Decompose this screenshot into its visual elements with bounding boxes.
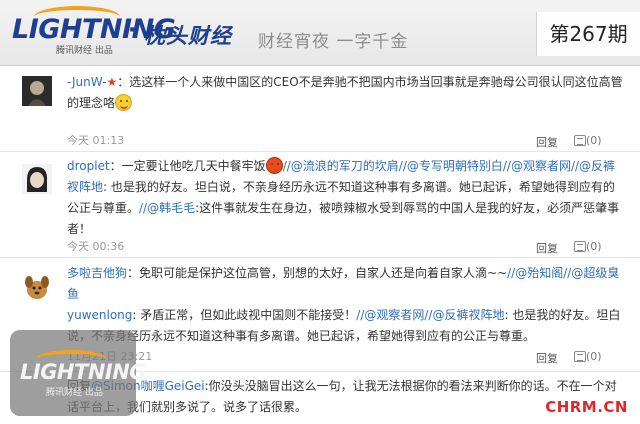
comment-body: ：免职可能是保护这位高管，别想的太好，自家人还是向着自家人滴~~ [127, 266, 508, 280]
comment-text: 多啦吉他狗：免职可能是保护这位高管，别想的太好，自家人还是向着自家人滴~~//@… [67, 263, 625, 347]
smile-emoji-icon [115, 94, 133, 111]
comment-time: 今天 01:13 [67, 134, 125, 147]
logo-subtitle: 腾讯财经 出品 [56, 46, 113, 56]
header-banner: LIGHTNING 腾讯财经 出品 · 枕头财经 财经宵夜 一字千金 第267期 [0, 0, 640, 66]
reply-button[interactable]: 回复 [536, 240, 558, 256]
mention-link[interactable]: //@反裤衩阵地 [424, 308, 504, 322]
like-icon [574, 135, 586, 146]
comment-body: ：一定要让他吃几天中餐牢饭 [109, 159, 266, 173]
comment-body: ：选这样一个人来做中国区的CEO不是奔驰不把国内市场当回事就是奔驰母公司很认同这… [67, 75, 623, 110]
comment-time: 今天 00:36 [67, 240, 125, 253]
comment-username[interactable]: -JunW- [67, 75, 106, 89]
star-icon: ★ [106, 75, 118, 89]
comment-username[interactable]: 多啦吉他狗 [67, 266, 127, 280]
angry-emoji-icon [265, 157, 283, 174]
comment-text: 回复@Simon咖喱GeiGei:你没头没脑冒出这么一句，让我无法根据你的看法来… [67, 376, 625, 418]
like-button[interactable]: (0) [574, 350, 602, 363]
mention-link[interactable]: //@韩毛毛 [139, 201, 195, 215]
like-icon [574, 241, 586, 252]
comment-body: : 矛盾正常，但如此歧视中国则不能接受！ [132, 308, 357, 322]
issue-number: 第267期 [536, 12, 640, 56]
like-count: 0 [590, 134, 598, 147]
mention-link[interactable]: //@观察者网 [503, 159, 571, 173]
site-watermark: CHRM.CN [545, 398, 628, 416]
like-count: 0 [590, 240, 598, 253]
mention-link[interactable]: //@观察者网 [356, 308, 424, 322]
like-button[interactable]: (0) [574, 240, 602, 253]
watermark-wordmark: LIGHTNING [20, 360, 147, 384]
comment-item: -JunW-★：选这样一个人来做中国区的CEO不是奔驰不把国内市场当回事就是奔驰… [0, 66, 640, 152]
mention-link[interactable]: //@流浪的军刀的坎肩 [283, 159, 399, 173]
like-count: 0 [590, 350, 598, 363]
avatar[interactable] [22, 164, 52, 194]
column-title: 枕头财经 [144, 24, 232, 48]
reply-button[interactable]: 回复 [536, 350, 558, 366]
avatar[interactable] [22, 272, 52, 302]
watermark-badge: LIGHTNING 腾讯财经 出品 [10, 330, 147, 416]
reply-button[interactable]: 回复 [536, 134, 558, 150]
watermark-subtitle: 腾讯财经 出品 [46, 388, 103, 398]
comment-username[interactable]: droplet [67, 159, 110, 173]
column-slogan: 财经宵夜 一字千金 [258, 32, 409, 52]
mention-link[interactable]: //@殆知阁 [507, 266, 563, 280]
mentioned-username[interactable]: yuwenlong [67, 308, 132, 322]
mention-link[interactable]: //@专写明朝特别白 [399, 159, 503, 173]
comment-text: droplet：一定要让他吃几天中餐牢饭 //@流浪的军刀的坎肩//@专写明朝特别… [67, 156, 625, 240]
like-button[interactable]: (0) [574, 134, 602, 147]
comment-item: droplet：一定要让他吃几天中餐牢饭 //@流浪的军刀的坎肩//@专写明朝特别… [0, 152, 640, 258]
logo-separator: · [128, 18, 137, 43]
like-icon [574, 351, 586, 362]
avatar[interactable] [22, 76, 52, 106]
comment-text: -JunW-★：选这样一个人来做中国区的CEO不是奔驰不把国内市场当回事就是奔驰… [67, 72, 625, 114]
